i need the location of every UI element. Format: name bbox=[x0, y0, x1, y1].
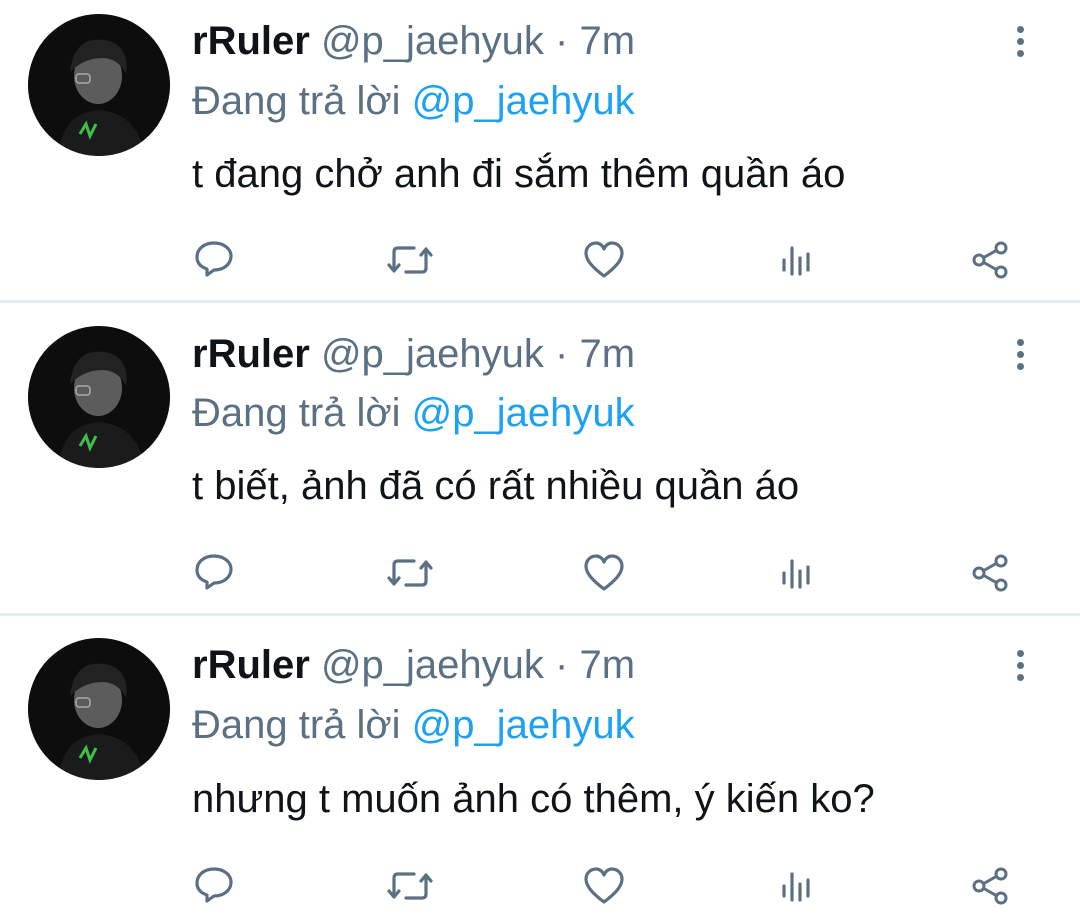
tweet-time[interactable]: 7m bbox=[579, 19, 635, 63]
tweet[interactable]: rRuler @p_jaehyuk · 7m Đang trả lời @p_j… bbox=[0, 303, 1080, 613]
heart-icon[interactable] bbox=[580, 862, 628, 910]
reply-context: Đang trả lời @p_jaehyuk bbox=[192, 702, 635, 748]
tweet-text: t biết, ảnh đã có rất nhiều quần áo bbox=[192, 464, 800, 508]
share-icon[interactable] bbox=[966, 236, 1014, 284]
analytics-icon[interactable] bbox=[772, 236, 820, 284]
tweet[interactable]: rRuler @p_jaehyuk · 7m Đang trả lời @p_j… bbox=[0, 0, 1080, 300]
tweet-header: rRuler @p_jaehyuk · 7m bbox=[192, 18, 635, 64]
tweet-time[interactable]: 7m bbox=[579, 643, 635, 687]
tweet-time[interactable]: 7m bbox=[579, 332, 635, 376]
tweet[interactable]: rRuler @p_jaehyuk · 7m Đang trả lời @p_j… bbox=[0, 616, 1080, 916]
reply-context: Đang trả lời @p_jaehyuk bbox=[192, 390, 635, 436]
heart-icon[interactable] bbox=[580, 549, 628, 597]
user-handle[interactable]: @p_jaehyuk bbox=[321, 19, 544, 63]
more-vertical-icon[interactable] bbox=[1005, 18, 1035, 64]
retweet-icon[interactable] bbox=[386, 549, 434, 597]
tweet-header: rRuler @p_jaehyuk · 7m bbox=[192, 331, 635, 377]
more-vertical-icon[interactable] bbox=[1005, 642, 1035, 688]
meta-separator: · bbox=[555, 19, 569, 63]
user-handle[interactable]: @p_jaehyuk bbox=[321, 643, 544, 687]
avatar[interactable] bbox=[28, 638, 170, 780]
meta-separator: · bbox=[555, 643, 569, 687]
tweet-text: t đang chở anh đi sắm thêm quần áo bbox=[192, 152, 846, 196]
reply-prefix: Đang trả lời bbox=[192, 391, 401, 435]
reply-icon[interactable] bbox=[190, 860, 238, 908]
reply-mention[interactable]: @p_jaehyuk bbox=[412, 391, 635, 435]
analytics-icon[interactable] bbox=[772, 549, 820, 597]
reply-icon[interactable] bbox=[190, 547, 238, 595]
reply-context: Đang trả lời @p_jaehyuk bbox=[192, 78, 635, 124]
display-name[interactable]: rRuler bbox=[192, 643, 310, 687]
tweet-header: rRuler @p_jaehyuk · 7m bbox=[192, 642, 635, 688]
display-name[interactable]: rRuler bbox=[192, 19, 310, 63]
share-icon[interactable] bbox=[966, 862, 1014, 910]
reply-mention[interactable]: @p_jaehyuk bbox=[412, 703, 635, 747]
share-icon[interactable] bbox=[966, 549, 1014, 597]
heart-icon[interactable] bbox=[580, 236, 628, 284]
meta-separator: · bbox=[555, 332, 569, 376]
user-handle[interactable]: @p_jaehyuk bbox=[321, 332, 544, 376]
tweet-feed: rRuler @p_jaehyuk · 7m Đang trả lời @p_j… bbox=[0, 0, 1080, 916]
reply-prefix: Đang trả lời bbox=[192, 703, 401, 747]
tweet-text: nhưng t muốn ảnh có thêm, ý kiến ko? bbox=[192, 777, 875, 821]
more-vertical-icon[interactable] bbox=[1005, 331, 1035, 377]
display-name[interactable]: rRuler bbox=[192, 332, 310, 376]
avatar[interactable] bbox=[28, 14, 170, 156]
reply-prefix: Đang trả lời bbox=[192, 79, 401, 123]
retweet-icon[interactable] bbox=[386, 236, 434, 284]
analytics-icon[interactable] bbox=[772, 862, 820, 910]
retweet-icon[interactable] bbox=[386, 862, 434, 910]
reply-icon[interactable] bbox=[190, 234, 238, 282]
reply-mention[interactable]: @p_jaehyuk bbox=[412, 79, 635, 123]
avatar[interactable] bbox=[28, 326, 170, 468]
